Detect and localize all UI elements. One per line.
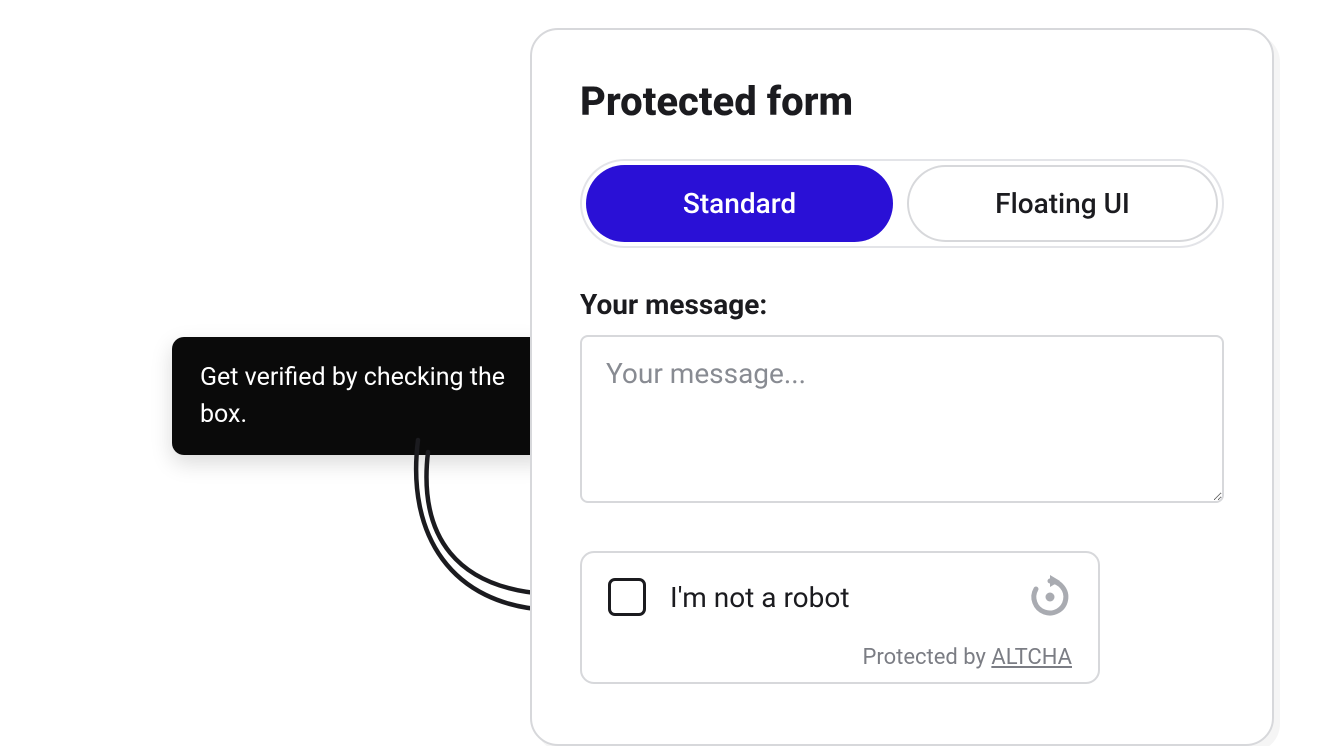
tab-standard[interactable]: Standard — [586, 165, 893, 242]
captcha-footer: Protected by ALTCHA — [608, 645, 1072, 670]
protected-form-card: Protected form Standard Floating UI Your… — [530, 28, 1274, 746]
captcha-brand-link[interactable]: ALTCHA — [991, 645, 1072, 670]
mode-segmented-control: Standard Floating UI — [580, 159, 1224, 248]
tooltip-text: Get verified by checking the box. — [200, 363, 505, 429]
protected-by-text: Protected by — [862, 645, 991, 670]
captcha-label: I'm not a robot — [670, 581, 1004, 614]
captcha-widget: I'm not a robot Protected by ALTCHA — [580, 551, 1100, 684]
refresh-icon — [1028, 575, 1072, 619]
form-title: Protected form — [580, 78, 1224, 125]
verification-tooltip: Get verified by checking the box. — [172, 337, 551, 455]
captcha-checkbox[interactable] — [608, 578, 646, 616]
tab-floating-ui[interactable]: Floating UI — [907, 165, 1218, 242]
message-input[interactable] — [580, 335, 1224, 503]
message-label: Your message: — [580, 288, 1224, 321]
